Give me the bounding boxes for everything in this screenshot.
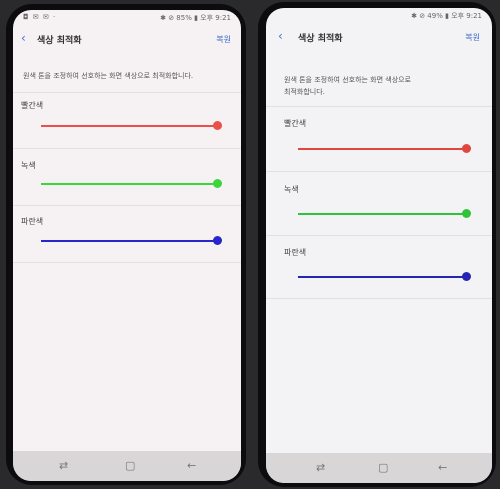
- status-bar: ◘ ✉ ✉ · ✱ ⊘ 85% ▮ 오후 9:21: [13, 10, 241, 24]
- navigation-bar: ⇄ ▢ ←: [13, 451, 241, 481]
- back-icon[interactable]: ←: [438, 461, 447, 474]
- green-slider-track[interactable]: [41, 183, 217, 185]
- app-bar: ‹ 색상 최적화 복원: [13, 26, 241, 52]
- status-info: ✱ ⊘ 85% ▮ 오후 9:21: [160, 14, 231, 22]
- divider: [266, 235, 492, 236]
- home-icon[interactable]: ▢: [378, 461, 388, 474]
- navigation-bar: ⇄ ▢ ←: [266, 453, 492, 483]
- divider: [266, 171, 492, 172]
- description-line-1: 원색 톤을 조정하여 선호하는 화면 색상으로: [284, 76, 412, 84]
- blue-label: 파란색: [284, 248, 307, 257]
- left-phone: ◘ ✉ ✉ · ✱ ⊘ 85% ▮ 오후 9:21 ‹ 색상 최적화 복원 원색…: [6, 4, 246, 485]
- divider: [13, 148, 241, 149]
- green-label: 녹색: [21, 161, 36, 170]
- page-title: 색상 최적화: [298, 34, 343, 44]
- description-line-2: 최적화합니다.: [284, 88, 325, 96]
- blue-slider-track[interactable]: [298, 276, 466, 278]
- green-slider-thumb[interactable]: [213, 179, 222, 188]
- blue-slider-thumb[interactable]: [213, 236, 222, 245]
- red-label: 빨간색: [21, 101, 44, 110]
- status-bar: ✱ ⊘ 49% ▮ 오후 9:21: [266, 8, 492, 22]
- right-screen: ✱ ⊘ 49% ▮ 오후 9:21 ‹ 색상 최적화 복원 원색 톤을 조정하여…: [266, 8, 492, 483]
- red-slider-thumb[interactable]: [213, 121, 222, 130]
- recent-apps-icon[interactable]: ⇄: [59, 459, 68, 472]
- red-slider-track[interactable]: [298, 148, 466, 150]
- green-label: 녹색: [284, 185, 299, 194]
- page-title: 색상 최적화: [37, 36, 82, 46]
- blue-slider-thumb[interactable]: [462, 272, 471, 281]
- left-screen: ◘ ✉ ✉ · ✱ ⊘ 85% ▮ 오후 9:21 ‹ 색상 최적화 복원 원색…: [13, 10, 241, 481]
- green-slider-thumb[interactable]: [462, 209, 471, 218]
- reset-button[interactable]: 복원: [216, 34, 231, 45]
- red-slider-thumb[interactable]: [462, 144, 471, 153]
- right-phone: ✱ ⊘ 49% ▮ 오후 9:21 ‹ 색상 최적화 복원 원색 톤을 조정하여…: [258, 2, 496, 487]
- back-arrow-icon[interactable]: ‹: [278, 30, 283, 42]
- divider: [13, 205, 241, 206]
- divider: [13, 262, 241, 263]
- app-bar: ‹ 색상 최적화 복원: [266, 24, 492, 50]
- blue-slider-track[interactable]: [41, 240, 217, 242]
- notification-icons: ◘ ✉ ✉ ·: [23, 13, 57, 21]
- divider: [266, 298, 492, 299]
- back-icon[interactable]: ←: [187, 459, 196, 472]
- green-slider-track[interactable]: [298, 213, 466, 215]
- back-arrow-icon[interactable]: ‹: [21, 32, 26, 44]
- reset-button[interactable]: 복원: [465, 32, 480, 43]
- divider: [13, 92, 241, 93]
- status-info: ✱ ⊘ 49% ▮ 오후 9:21: [411, 12, 482, 20]
- red-label: 빨간색: [284, 119, 307, 128]
- red-slider-track[interactable]: [41, 125, 217, 127]
- blue-label: 파란색: [21, 217, 44, 226]
- recent-apps-icon[interactable]: ⇄: [316, 461, 325, 474]
- description: 원색 톤을 조정하여 선호하는 화면 색상으로 최적화합니다.: [23, 72, 194, 80]
- divider: [266, 106, 492, 107]
- home-icon[interactable]: ▢: [125, 459, 135, 472]
